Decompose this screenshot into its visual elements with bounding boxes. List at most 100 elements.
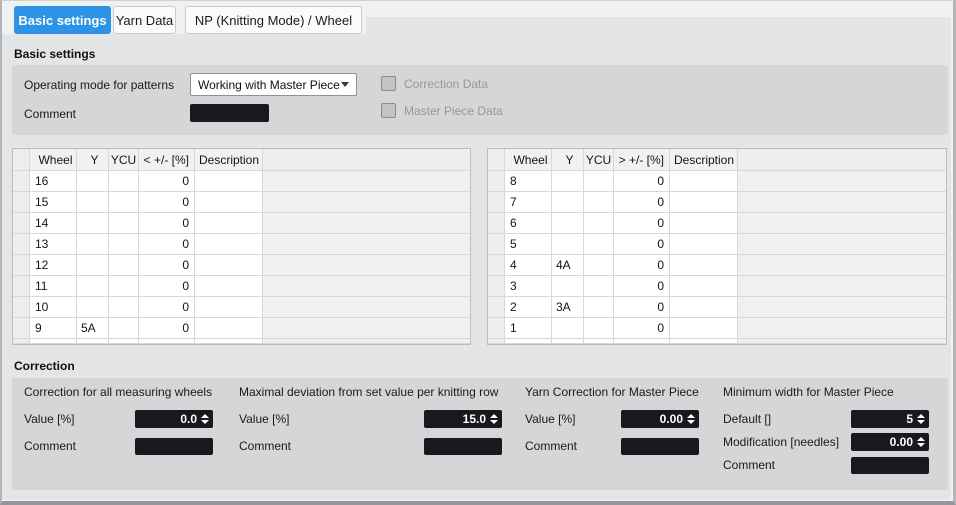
cell-desc[interactable]	[195, 192, 263, 213]
cell-ycu[interactable]	[584, 234, 614, 255]
cell-ycell[interactable]	[77, 171, 109, 192]
cell-tol[interactable]: 0	[139, 192, 195, 213]
row-selector[interactable]	[13, 276, 30, 297]
comment-input[interactable]	[851, 457, 929, 474]
cell-wheel[interactable]: 9	[30, 318, 77, 339]
default-spinner[interactable]: 5	[851, 410, 929, 428]
cell-tol[interactable]: 0	[139, 318, 195, 339]
row-selector[interactable]	[488, 297, 505, 318]
cell-tol[interactable]: 0	[614, 171, 670, 192]
cell-wheel[interactable]: 11	[30, 276, 77, 297]
cell-wheel[interactable]: 16	[30, 171, 77, 192]
cell-tol[interactable]: 0	[614, 213, 670, 234]
cell-desc[interactable]	[195, 318, 263, 339]
cell-ycell[interactable]	[552, 234, 584, 255]
cell-desc[interactable]	[670, 318, 738, 339]
value-percent-spinner[interactable]: 0.0	[135, 410, 213, 428]
cell-ycu[interactable]	[584, 171, 614, 192]
tab-yarn-data[interactable]: Yarn Data	[113, 6, 176, 34]
row-selector[interactable]	[13, 192, 30, 213]
master-piece-data-checkbox[interactable]	[381, 103, 396, 118]
cell-wheel[interactable]: 12	[30, 255, 77, 276]
cell-desc[interactable]	[195, 213, 263, 234]
cell-ycu[interactable]	[109, 276, 139, 297]
cell-wheel[interactable]: 13	[30, 234, 77, 255]
cell-wheel[interactable]: 1	[505, 318, 552, 339]
row-selector[interactable]	[13, 318, 30, 339]
tab-np-knitting-mode-wheel[interactable]: NP (Knitting Mode) / Wheel	[185, 6, 362, 34]
cell-desc[interactable]	[670, 171, 738, 192]
cell-ycu[interactable]	[109, 213, 139, 234]
cell-ycu[interactable]	[109, 255, 139, 276]
spinner-arrows-icon[interactable]	[913, 437, 929, 447]
cell-ycu[interactable]	[109, 318, 139, 339]
cell-ycu[interactable]	[584, 276, 614, 297]
row-selector[interactable]	[488, 255, 505, 276]
cell-ycell[interactable]: 5A	[77, 318, 109, 339]
cell-desc[interactable]	[670, 192, 738, 213]
cell-ycell[interactable]	[552, 276, 584, 297]
cell-wheel[interactable]: 15	[30, 192, 77, 213]
cell-ycell[interactable]	[77, 297, 109, 318]
row-selector[interactable]	[488, 276, 505, 297]
cell-tol[interactable]: 0	[614, 318, 670, 339]
cell-ycell[interactable]	[552, 213, 584, 234]
cell-tol[interactable]: 0	[139, 171, 195, 192]
cell-tol[interactable]: 0	[139, 297, 195, 318]
cell-desc[interactable]	[195, 234, 263, 255]
row-selector[interactable]	[13, 213, 30, 234]
row-selector[interactable]	[13, 297, 30, 318]
value-percent-spinner[interactable]: 0.00	[621, 410, 699, 428]
cell-ycell[interactable]	[552, 318, 584, 339]
cell-wheel[interactable]: 7	[505, 192, 552, 213]
cell-desc[interactable]	[195, 255, 263, 276]
comment-input[interactable]	[135, 438, 213, 455]
cell-tol[interactable]: 0	[614, 297, 670, 318]
cell-ycell[interactable]	[77, 213, 109, 234]
cell-ycu[interactable]	[584, 318, 614, 339]
cell-tol[interactable]: 0	[139, 255, 195, 276]
cell-desc[interactable]	[670, 213, 738, 234]
tab-basic-settings[interactable]: Basic settings	[14, 6, 111, 34]
cell-wheel[interactable]: 10	[30, 297, 77, 318]
cell-tol[interactable]: 0	[139, 213, 195, 234]
cell-tol[interactable]: 0	[614, 276, 670, 297]
spinner-arrows-icon[interactable]	[197, 414, 213, 424]
row-selector[interactable]	[13, 255, 30, 276]
row-selector[interactable]	[488, 192, 505, 213]
cell-wheel[interactable]: 5	[505, 234, 552, 255]
spinner-arrows-icon[interactable]	[683, 414, 699, 424]
cell-wheel[interactable]: 2	[505, 297, 552, 318]
cell-desc[interactable]	[195, 276, 263, 297]
cell-wheel[interactable]: 6	[505, 213, 552, 234]
operating-mode-dropdown[interactable]: Working with Master Piece	[190, 73, 357, 96]
cell-desc[interactable]	[670, 255, 738, 276]
cell-ycell[interactable]	[77, 255, 109, 276]
cell-wheel[interactable]: 14	[30, 213, 77, 234]
cell-wheel[interactable]: 3	[505, 276, 552, 297]
cell-ycell[interactable]	[552, 171, 584, 192]
cell-desc[interactable]	[670, 234, 738, 255]
cell-desc[interactable]	[195, 297, 263, 318]
cell-ycu[interactable]	[584, 255, 614, 276]
comment-input[interactable]	[621, 438, 699, 455]
cell-wheel[interactable]: 4	[505, 255, 552, 276]
cell-tol[interactable]: 0	[139, 234, 195, 255]
cell-tol[interactable]: 0	[614, 192, 670, 213]
cell-ycu[interactable]	[109, 234, 139, 255]
cell-ycu[interactable]	[109, 171, 139, 192]
cell-ycu[interactable]	[584, 213, 614, 234]
cell-ycu[interactable]	[584, 192, 614, 213]
row-selector[interactable]	[488, 213, 505, 234]
row-selector[interactable]	[488, 171, 505, 192]
spinner-arrows-icon[interactable]	[486, 414, 502, 424]
row-selector[interactable]	[13, 234, 30, 255]
cell-ycell[interactable]	[77, 192, 109, 213]
cell-desc[interactable]	[670, 276, 738, 297]
cell-ycell[interactable]: 3A	[552, 297, 584, 318]
cell-desc[interactable]	[195, 171, 263, 192]
row-selector[interactable]	[488, 318, 505, 339]
cell-ycell[interactable]	[77, 234, 109, 255]
spinner-arrows-icon[interactable]	[913, 414, 929, 424]
row-selector[interactable]	[488, 234, 505, 255]
